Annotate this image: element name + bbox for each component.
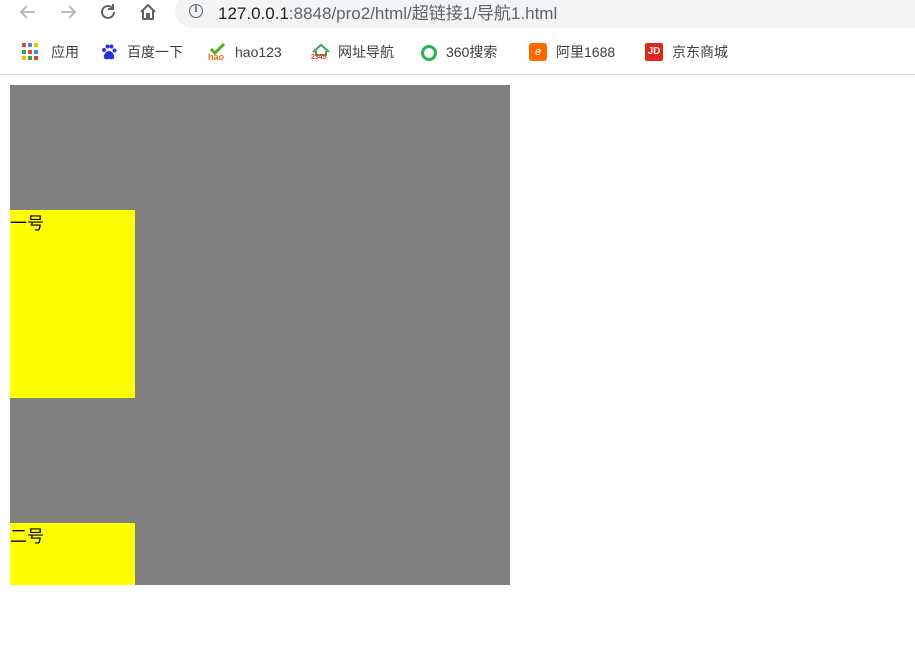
bookmark-hao123[interactable]: hao hao123 [208, 42, 282, 62]
browser-toolbar: i 127.0.0.1:8848/pro2/html/超链接1/导航1.html [0, 0, 915, 30]
bookmarks-bar: 应用 百度一下 hao hao123 2345 网址导航 360搜索 e 阿里1… [0, 30, 915, 75]
nav-block-2: 二号 [10, 523, 135, 585]
2345-icon: 2345 [311, 43, 330, 61]
jd-icon: JD [645, 43, 663, 61]
url-text: 127.0.0.1:8848/pro2/html/超链接1/导航1.html [218, 4, 558, 23]
bookmark-360[interactable]: 360搜索 [421, 42, 497, 62]
baidu-icon [100, 43, 118, 61]
nav-block-1: 一号 [10, 210, 135, 398]
back-button[interactable] [16, 0, 40, 24]
nav-block-label: 二号 [10, 527, 44, 547]
home-icon [140, 4, 156, 20]
apps-icon [20, 41, 42, 63]
home-button[interactable] [136, 0, 160, 24]
bookmark-jd[interactable]: JD 京东商城 [645, 42, 728, 62]
nav-block-label: 一号 [10, 214, 44, 234]
360-search-icon [421, 44, 437, 61]
info-icon[interactable]: i [189, 4, 203, 18]
hao123-icon: hao [208, 42, 226, 62]
reload-button[interactable] [96, 0, 120, 24]
bookmark-baidu[interactable]: 百度一下 [100, 42, 183, 62]
bookmark-1688[interactable]: e 阿里1688 [529, 42, 615, 62]
arrow-left-icon [19, 5, 35, 19]
gray-container: 一号 二号 [10, 85, 510, 585]
reload-icon [101, 4, 115, 19]
page-content: 一号 二号 [0, 75, 915, 670]
address-bar[interactable]: i 127.0.0.1:8848/pro2/html/超链接1/导航1.html [175, 0, 915, 28]
forward-button[interactable] [56, 0, 80, 24]
arrow-right-icon [61, 5, 77, 19]
bookmark-apps[interactable]: 应用 [20, 42, 79, 62]
bookmark-2345[interactable]: 2345 网址导航 [311, 42, 394, 62]
alibaba-1688-icon: e [529, 43, 547, 61]
